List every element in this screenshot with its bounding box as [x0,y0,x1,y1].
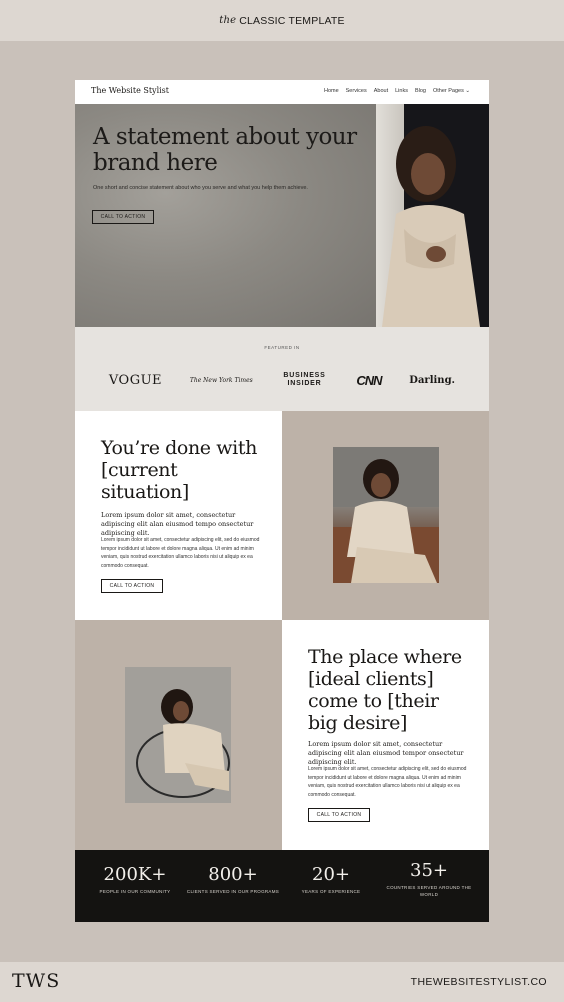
template-title-em: the [219,15,237,26]
nav-item-links[interactable]: Links [395,88,408,94]
website-mockup: The Website Stylist Home Services About … [75,80,489,922]
hero-cta-button[interactable]: CALL TO ACTION [92,210,154,224]
desire-cta-button[interactable]: CALL TO ACTION [308,808,370,822]
pain-point-body: Lorem ipsum dolor sit amet, consectetur … [101,537,260,569]
seated-model-photo [333,447,439,583]
desire-body: Lorem ipsum dolor sit amet, consectetur … [308,766,467,798]
seated-model-image [333,447,439,583]
featured-in-section: FEATURED IN VOGUE The New York Times BUS… [75,327,489,411]
desire-title: The place where [ideal clients] come to … [308,646,462,734]
business-insider-logo: BUSINESS INSIDER [283,372,326,387]
chevron-down-icon: ⌄ [465,88,470,94]
desire-lead: Lorem ipsum dolor sit amet, consectetur … [308,740,464,766]
hero-photo [376,104,489,327]
stat-community-label: PEOPLE IN OUR COMMUNITY [99,889,171,894]
nyt-logo: The New York Times [189,376,253,384]
nav-item-home[interactable]: Home [324,88,339,94]
pain-point-section: You’re done with [current situation] Lor… [75,411,282,620]
stat-countries-number: 35+ [410,860,448,881]
hero-title: A statement about your brand here [93,124,357,176]
featured-label: FEATURED IN [264,345,300,350]
nav-item-other-pages[interactable]: Other Pages ⌄ [433,88,470,94]
stat-community-number: 200K+ [103,864,167,885]
stat-clients: 800+ CLIENTS SERVED IN OUR PROGRAMS [183,864,283,895]
chair-model-photo [125,667,231,803]
nav-item-about[interactable]: About [374,88,388,94]
desire-section: The place where [ideal clients] come to … [282,620,489,850]
nav-item-other-pages-label: Other Pages [432,88,464,94]
stat-clients-number: 800+ [208,864,258,885]
site-url[interactable]: THEWEBSITESTYLIST.CO [411,976,547,988]
tws-brand: TWS [12,970,61,992]
stat-community: 200K+ PEOPLE IN OUR COMMUNITY [85,864,185,895]
press-logos: VOGUE The New York Times BUSINESS INSIDE… [75,372,489,388]
pain-point-title: You’re done with [current situation] [101,437,257,503]
nav-item-blog[interactable]: Blog [415,88,426,94]
pain-point-cta-button[interactable]: CALL TO ACTION [101,579,163,593]
template-title: CLASSIC TEMPLATE [239,14,345,27]
stat-years: 20+ YEARS OF EXPERIENCE [281,864,381,895]
chair-model-image [125,667,231,803]
hero-section: A statement about your brand here One sh… [75,104,489,327]
stat-countries: 35+ COUNTRIES SERVED AROUND THE WORLD [379,860,479,898]
template-title-band: the CLASSIC TEMPLATE [0,0,564,41]
darling-logo: Darling. [409,374,456,386]
pain-point-lead: Lorem ipsum dolor sit amet, consectetur … [101,511,254,537]
stat-countries-label: COUNTRIES SERVED AROUND THE WORLD [386,885,472,897]
stat-clients-label: CLIENTS SERVED IN OUR PROGRAMS [186,889,280,894]
site-nav: The Website Stylist Home Services About … [75,80,489,104]
stat-years-label: YEARS OF EXPERIENCE [301,889,361,894]
nav-item-services[interactable]: Services [346,88,367,94]
site-logo[interactable]: The Website Stylist [91,86,169,95]
cnn-logo: CNN [356,372,382,388]
vogue-logo: VOGUE [108,372,163,388]
stats-band: 200K+ PEOPLE IN OUR COMMUNITY 800+ CLIEN… [75,850,489,922]
hero-subtitle: One short and concise statement about wh… [93,185,308,191]
stat-years-number: 20+ [312,864,350,885]
nav-menu: Home Services About Links Blog Other Pag… [324,88,470,94]
hero-model-image [382,126,480,327]
